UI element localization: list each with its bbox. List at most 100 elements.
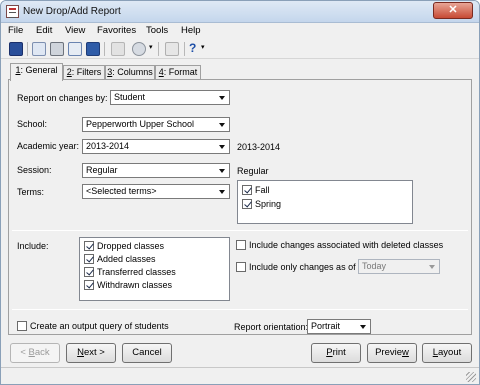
list-item-dropped[interactable]: Dropped classes [84, 241, 164, 253]
print-rest: rint [332, 347, 346, 358]
deleted-classes-checkbox[interactable] [236, 240, 246, 250]
session-label: Session: [17, 165, 52, 175]
close-button[interactable]: ✕ [433, 2, 473, 19]
tab-format[interactable]: 4: Format [155, 65, 201, 80]
added-checkbox[interactable] [84, 254, 94, 264]
preview-button[interactable]: Preview [367, 343, 417, 363]
menu-edit[interactable]: Edit [36, 25, 52, 36]
only-changes-label: Include only changes as of [249, 262, 356, 272]
dropped-label: Dropped classes [97, 241, 165, 251]
menu-view[interactable]: View [65, 25, 85, 36]
status-bar [1, 367, 479, 384]
title-bar[interactable]: New Drop/Add Report ✕ [1, 1, 479, 23]
school-label: School: [17, 119, 48, 129]
session-display: Regular [237, 166, 269, 176]
properties-icon[interactable] [165, 42, 179, 56]
tab-columns[interactable]: 3: Columns [105, 65, 155, 80]
window-title: New Drop/Add Report [23, 6, 121, 17]
spring-checkbox[interactable] [242, 199, 252, 209]
toolbar: ▾ ? ▾ [1, 39, 479, 59]
tab-general-label: : General [20, 65, 58, 75]
report-on-value: Student [114, 92, 146, 102]
chevron-down-icon[interactable] [216, 164, 229, 177]
terms-value: <Selected terms> [86, 186, 157, 196]
output-query-option[interactable]: Create an output query of students [17, 321, 169, 333]
as-of-select[interactable]: Today [358, 259, 440, 274]
tab-filters[interactable]: 2: Filters [63, 65, 105, 80]
general-panel: Report on changes by: Student School: Pe… [8, 79, 472, 335]
menu-favorites[interactable]: Favorites [97, 25, 136, 36]
toolbar-separator [158, 42, 159, 56]
menu-tools[interactable]: Tools [146, 25, 168, 36]
export-icon[interactable] [86, 42, 100, 56]
orientation-label: Report orientation: [234, 322, 309, 332]
report-app-icon [6, 5, 19, 18]
include-list[interactable]: Dropped classes Added classes Transferre… [79, 237, 230, 301]
tag-icon[interactable] [132, 42, 146, 56]
report-window: New Drop/Add Report ✕ File Edit View Fav… [0, 0, 480, 385]
print-icon[interactable] [50, 42, 64, 56]
terms-list[interactable]: Fall Spring [237, 180, 413, 224]
output-query-checkbox[interactable] [17, 321, 27, 331]
back-rest: ack [34, 347, 50, 358]
orientation-value: Portrait [311, 321, 341, 331]
list-item-added[interactable]: Added classes [84, 254, 156, 266]
chevron-down-icon[interactable] [216, 185, 229, 198]
back-button[interactable]: < Back [10, 343, 60, 363]
academic-year-label: Academic year: [17, 141, 80, 151]
output-query-label: Create an output query of students [30, 321, 169, 331]
next-rest: ext > [84, 347, 105, 358]
list-item-spring[interactable]: Spring [242, 199, 281, 211]
academic-year-value: 2013-2014 [86, 141, 130, 151]
chevron-down-icon[interactable] [216, 140, 229, 153]
withdrawn-checkbox[interactable] [84, 280, 94, 290]
school-select[interactable]: Pepperworth Upper School [82, 117, 230, 132]
fall-checkbox[interactable] [242, 185, 252, 195]
tab-strip: 1: General 2: Filters 3: Columns 4: Form… [1, 63, 479, 81]
list-item-fall[interactable]: Fall [242, 185, 270, 197]
session-select[interactable]: Regular [82, 163, 230, 178]
chevron-down-icon[interactable] [216, 118, 229, 131]
chevron-down-icon[interactable] [426, 260, 439, 273]
menu-help[interactable]: Help [181, 25, 201, 36]
report-on-select[interactable]: Student [110, 90, 230, 105]
chevron-down-icon[interactable] [357, 320, 370, 333]
next-button[interactable]: Next > [66, 343, 116, 363]
layout-rest: ayout [438, 347, 462, 358]
help-icon[interactable]: ? [189, 41, 196, 55]
delete-icon[interactable] [111, 42, 125, 56]
terms-label: Terms: [17, 187, 44, 197]
tag-dropdown-arrow-icon[interactable]: ▾ [149, 43, 153, 51]
terms-select[interactable]: <Selected terms> [82, 184, 230, 199]
tab-general[interactable]: 1: General [10, 63, 63, 81]
print-preview-icon[interactable] [68, 42, 82, 56]
school-value: Pepperworth Upper School [86, 119, 195, 129]
added-label: Added classes [97, 254, 156, 264]
transferred-checkbox[interactable] [84, 267, 94, 277]
resize-grip-icon[interactable] [466, 372, 476, 382]
print-button[interactable]: Print [311, 343, 361, 363]
chevron-down-icon[interactable] [216, 91, 229, 104]
academic-year-select[interactable]: 2013-2014 [82, 139, 230, 154]
transferred-label: Transferred classes [97, 267, 176, 277]
list-item-transferred[interactable]: Transferred classes [84, 267, 176, 279]
toolbar-separator [27, 42, 28, 56]
spring-label: Spring [255, 199, 282, 209]
report-on-label: Report on changes by: [17, 93, 108, 103]
list-item-withdrawn[interactable]: Withdrawn classes [84, 280, 172, 292]
layout-button[interactable]: Layout [422, 343, 472, 363]
as-of-value: Today [362, 261, 387, 271]
fall-label: Fall [255, 185, 270, 195]
help-dropdown-arrow-icon[interactable]: ▾ [201, 43, 205, 51]
deleted-classes-option[interactable]: Include changes associated with deleted … [236, 240, 443, 252]
cancel-button[interactable]: Cancel [122, 343, 172, 363]
only-changes-option[interactable]: Include only changes as of [236, 262, 356, 274]
save-icon[interactable] [9, 42, 23, 56]
save-as-icon[interactable] [32, 42, 46, 56]
orientation-select[interactable]: Portrait [307, 319, 371, 334]
dropped-checkbox[interactable] [84, 241, 94, 251]
tab-columns-label: : Columns [112, 67, 153, 77]
menu-bar: File Edit View Favorites Tools Help [1, 23, 479, 39]
menu-file[interactable]: File [8, 25, 23, 36]
only-changes-checkbox[interactable] [236, 262, 246, 272]
